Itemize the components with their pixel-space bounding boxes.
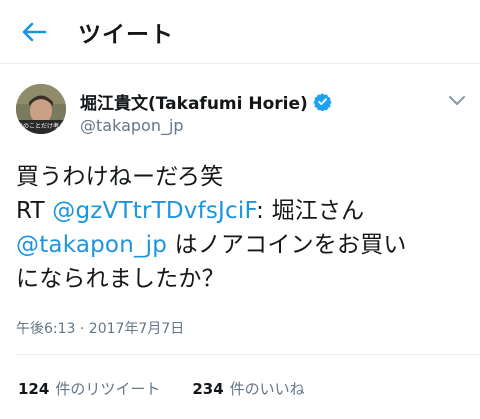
retweets-label: 件のリツイート	[55, 380, 161, 398]
avatar-caption: 分のことだけ考え	[17, 122, 65, 130]
mention-link[interactable]: @takapon_jp	[16, 232, 167, 258]
tweet-text: 買うわけねーだろ笑 RT @gzVTtrTDvfsJciF: 堀江さん @tak…	[16, 160, 466, 296]
engagement-stats: 124 件のリツイート 234 件のいいね	[18, 378, 305, 399]
likes-count: 234	[192, 380, 224, 398]
rt-prefix: RT	[16, 198, 53, 224]
more-options-button[interactable]	[448, 93, 466, 107]
tweet-line-4: になられましたか？	[16, 266, 225, 292]
tweet-timestamp[interactable]: 午後6:13 · 2017年7月7日	[16, 318, 184, 338]
top-bar: ツイート	[0, 0, 480, 64]
tweet-line-3-text: はノアコインをお買い	[167, 232, 407, 258]
back-button[interactable]	[18, 16, 50, 48]
likes-label: 件のいいね	[229, 380, 305, 398]
tweet-line-1: 買うわけねーだろ笑	[16, 164, 224, 190]
back-arrow-icon	[22, 22, 47, 42]
retweets-stat[interactable]: 124 件のリツイート	[18, 378, 160, 399]
author-name[interactable]: 堀江貴文(Takafumi Horie)	[80, 89, 332, 114]
chevron-down-icon	[449, 96, 465, 105]
retweets-count: 124	[18, 380, 50, 398]
rt-text: : 堀江さん	[256, 198, 365, 224]
avatar[interactable]: 分のことだけ考え	[16, 84, 66, 134]
tweet-line-2: RT @gzVTtrTDvfsJciF: 堀江さん	[16, 194, 466, 228]
likes-stat[interactable]: 234 件のいいね	[192, 378, 304, 399]
author-handle[interactable]: @takapon_jp	[80, 116, 184, 135]
verified-badge-icon	[313, 92, 332, 111]
divider	[16, 354, 480, 355]
author-name-text: 堀江貴文(Takafumi Horie)	[80, 94, 308, 114]
page-title: ツイート	[78, 22, 174, 48]
tweet-line-3: @takapon_jp はノアコインをお買い	[16, 228, 466, 262]
mention-link[interactable]: @gzVTtrTDvfsJciF	[52, 198, 256, 224]
